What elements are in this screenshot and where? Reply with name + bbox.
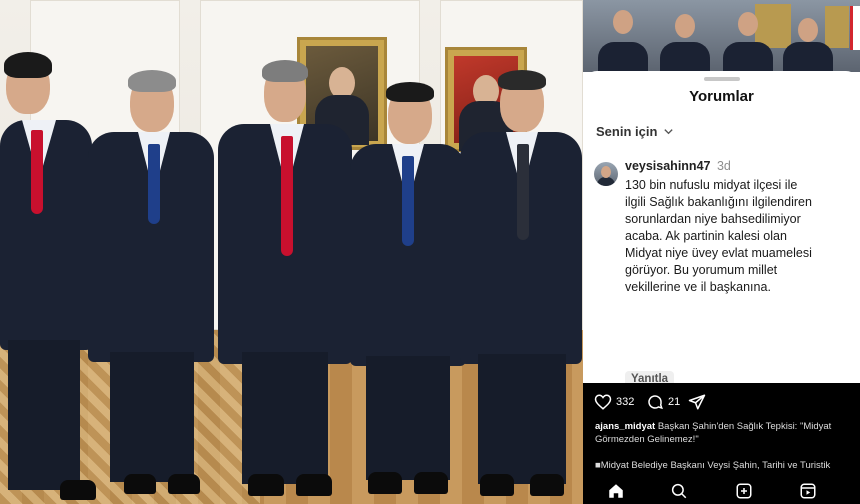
nav-home[interactable] [607, 482, 625, 500]
person-1 [0, 50, 100, 504]
send-icon [688, 394, 706, 410]
like-button[interactable]: 332 [594, 393, 634, 411]
share-button[interactable] [688, 393, 706, 411]
comments-sheet: Yorumlar Senin için veysisahinn47 3d 130… [583, 71, 860, 387]
post-photo-preview [583, 0, 860, 72]
nav-reels[interactable] [799, 482, 817, 500]
chevron-down-icon [664, 129, 674, 135]
caption-more[interactable]: ■Midyat Belediye Başkanı Veysi Şahin, Ta… [595, 460, 830, 471]
caption-username[interactable]: ajans_midyat [595, 421, 655, 432]
caption-line-2: Görmezden Gelinemez!" [595, 434, 699, 445]
heart-icon [594, 394, 612, 410]
caption-line-1: Başkan Şahin'den Sağlık Tepkisi: "Midyat [657, 421, 832, 432]
sort-dropdown[interactable]: Senin için [596, 124, 674, 139]
person-2 [88, 70, 218, 504]
comment-text: 130 bin nufuslu midyat ilçesi ile ilgili… [625, 178, 812, 294]
comment-header: veysisahinn47 3d [625, 159, 731, 173]
comment-button[interactable]: 21 [646, 393, 680, 411]
news-photo [0, 0, 583, 504]
post-actions-bar: 332 21 ajans_midyat Başkan Şahin'den Sağ… [583, 383, 860, 504]
comment-count: 21 [668, 396, 681, 408]
comment-icon [648, 395, 663, 410]
sort-label: Senin için [596, 124, 658, 139]
instagram-panel: Yorumlar Senin için veysisahinn47 3d 130… [583, 0, 860, 504]
bottom-nav [583, 480, 860, 504]
post-caption: ajans_midyat Başkan Şahin'den Sağlık Tep… [595, 420, 860, 446]
comment-username[interactable]: veysisahinn47 [625, 159, 710, 173]
sheet-title: Yorumlar [689, 88, 754, 105]
plus-square-icon [736, 483, 752, 499]
reels-icon [800, 483, 816, 499]
nav-create[interactable] [735, 482, 753, 500]
person-5 [460, 70, 582, 504]
sheet-drag-handle[interactable] [703, 77, 740, 81]
nav-search[interactable] [670, 482, 688, 500]
person-4 [350, 82, 468, 504]
avatar[interactable] [594, 162, 618, 186]
person-3 [218, 60, 354, 504]
like-count: 332 [616, 396, 635, 408]
search-icon [671, 483, 687, 499]
comment-time: 3d [716, 159, 731, 173]
home-icon [609, 484, 623, 498]
